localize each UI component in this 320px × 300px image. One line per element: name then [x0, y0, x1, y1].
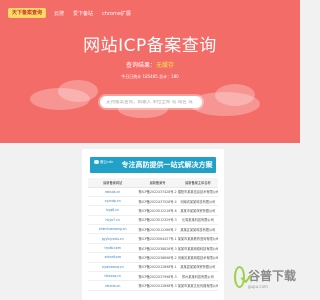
cloud-icon [94, 160, 99, 164]
site-domain-link[interactable]: vtsmia.cn [88, 280, 138, 291]
entity-name: 郑州某某科技有限公司 [177, 271, 218, 282]
record-number: 豫ICP备2023012216号-6 [137, 205, 178, 216]
content-card: 魔云cdn 专注高防提供一站式解决方案 最新备案网站 最新备案号 最新备案主体名… [82, 149, 224, 300]
nav-link-download[interactable]: 爱下备站 [73, 10, 93, 17]
entity-name: 元宵某某科技有限公司 [177, 215, 218, 226]
banner-brand: 魔云cdn [94, 160, 113, 164]
status-value: 无缓存 [156, 62, 175, 69]
table-row: cyzvdp.cn 豫ICP备2022437528号-4 河南省某某科技有限公司 [88, 196, 218, 207]
record-number: 豫ICP备2022012898号-3 [137, 280, 178, 291]
column-header-record-number: 最新备案号 [137, 178, 178, 188]
record-number: 豫ICP备2022437528号-4 [137, 196, 178, 207]
entity-name: 河南省某某科技有限公司 [177, 196, 218, 207]
record-number: 豫ICP备2022038826号-3 [137, 243, 178, 254]
stats-line: 今日已统计 185485 总计：180 [121, 74, 179, 79]
entity-name: 某某市某某商贸有限公司 [177, 205, 218, 216]
site-domain-link[interactable]: trydb.com [88, 243, 138, 254]
table-row: ebisiia.cn 豫ICP备2022437428号-2 濮阳市某某信息技术有限公… [88, 187, 218, 197]
table-row: hcyo7.cn 豫ICP备2023012329号-3 元宵某某科技有限公司 [88, 215, 218, 226]
app-watermark-text: 谷普下载 gupu.com [248, 265, 296, 289]
record-number: 豫ICP备2023064437号-1 [137, 233, 178, 244]
banner-brand-label: 魔云cdn [100, 160, 114, 164]
entity-name: 濮阳市某某信息技术有限公司 [177, 187, 218, 197]
site-domain-link[interactable]: zvkxdf.pro [88, 252, 138, 263]
table-row: gyylcjcedu.cn 豫ICP备2023064437号-1 某某市某某教育咨询… [88, 233, 218, 244]
table-row: byq8.cn 豫ICP备2023012216号-6 某某市某某商贸有限公司 [88, 205, 218, 216]
table-row: ciyanwanq.cn 豫ICP备2022012898号-1 某某县某某商贸有限公… [88, 262, 218, 273]
app-watermark-domain: gupu.com [247, 284, 268, 289]
site-domain-link[interactable]: ebisiia.cn [88, 187, 138, 197]
record-number: 豫ICP备2022437428号-2 [137, 187, 178, 197]
table-row: trydb.com 豫ICP备2022038826号-3 某某市某某网络科技有限公司 [88, 243, 218, 254]
cloud-decoration [215, 84, 255, 106]
cloud-decoration [58, 80, 98, 102]
table-row: hkxxxq.cn 豫ICP备2022037998号-3 郑州某某科技有限公司 [88, 271, 218, 282]
record-number: 豫ICP备2023012266号-7 [137, 224, 178, 235]
site-domain-link[interactable]: hkxxxq.cn [88, 271, 138, 282]
table-row: zhenhuamang.cn 豫ICP备2023012266号-7 某某区某某科技有… [88, 224, 218, 235]
site-domain-link[interactable]: byq8.cn [88, 205, 138, 216]
entity-name: 某某市某某文化传媒有限公司 [177, 280, 218, 291]
app-watermark: 谷普下载 gupu.com [234, 262, 296, 292]
table-header-row: 最新备案网站 最新备案号 最新备案主体名称 [88, 178, 218, 188]
site-domain-link[interactable]: zhenhuamang.cn [88, 224, 138, 235]
query-status: 查询结果：无缓存 [0, 62, 300, 70]
nav-link-chrome-extension[interactable]: chrome扩展 [102, 10, 131, 17]
site-domain-link[interactable]: ciyanwanq.cn [88, 262, 138, 273]
column-header-site: 最新备案网站 [88, 178, 138, 188]
ad-banner[interactable]: 魔云cdn 专注高防提供一站式解决方案 [90, 157, 216, 173]
entity-name: 某某区某某科技有限公司 [177, 224, 218, 235]
hero-section: 天下备案查询 云搜 爱下备站 chrome扩展 网站ICP备案查询 查询结果：无… [0, 0, 300, 143]
search-box[interactable] [100, 96, 202, 108]
table-body: ebisiia.cn 豫ICP备2022437428号-2 濮阳市某某信息技术有限公… [88, 187, 218, 291]
search-input[interactable] [106, 99, 196, 105]
entity-name: 某某市某某教育咨询有限公司 [177, 233, 218, 244]
nav-link-cloud-search[interactable]: 云搜 [54, 10, 64, 17]
site-domain-link[interactable]: gyylcjcedu.cn [88, 233, 138, 244]
entity-name: 某某市某某网络科技有限公司 [177, 243, 218, 254]
top-nav: 天下备案查询 云搜 爱下备站 chrome扩展 [8, 8, 140, 18]
page-title: 网站ICP备案查询 [83, 36, 217, 56]
table-row: zvkxdf.pro 豫ICP备2022038898号-2 河南省某某网络技术有限公… [88, 252, 218, 263]
latest-records-table: 最新备案网站 最新备案号 最新备案主体名称 ebisiia.cn 豫ICP备202… [88, 178, 218, 291]
site-domain-link[interactable]: cyzvdp.cn [88, 196, 138, 207]
record-number: 豫ICP备2022012898号-1 [137, 262, 178, 273]
table-row: vtsmia.cn 豫ICP备2022012898号-3 某某市某某文化传媒有限公司 [88, 280, 218, 291]
record-number: 豫ICP备2022037998号-3 [137, 271, 178, 282]
record-number: 豫ICP备2023012329号-3 [137, 215, 178, 226]
banner-text: 专注高防提供一站式解决方案 [121, 161, 213, 169]
site-logo[interactable]: 天下备案查询 [8, 8, 47, 18]
app-watermark-name: 谷普下载 [247, 269, 296, 283]
entity-name: 某某县某某商贸有限公司 [177, 262, 218, 273]
check-circle-icon [234, 266, 245, 288]
status-label: 查询结果： [125, 62, 156, 69]
site-domain-link[interactable]: hcyo7.cn [88, 215, 138, 226]
column-header-entity: 最新备案主体名称 [177, 178, 218, 188]
record-number: 豫ICP备2022038898号-2 [137, 252, 178, 263]
entity-name: 河南省某某网络技术有限公司 [177, 252, 218, 263]
